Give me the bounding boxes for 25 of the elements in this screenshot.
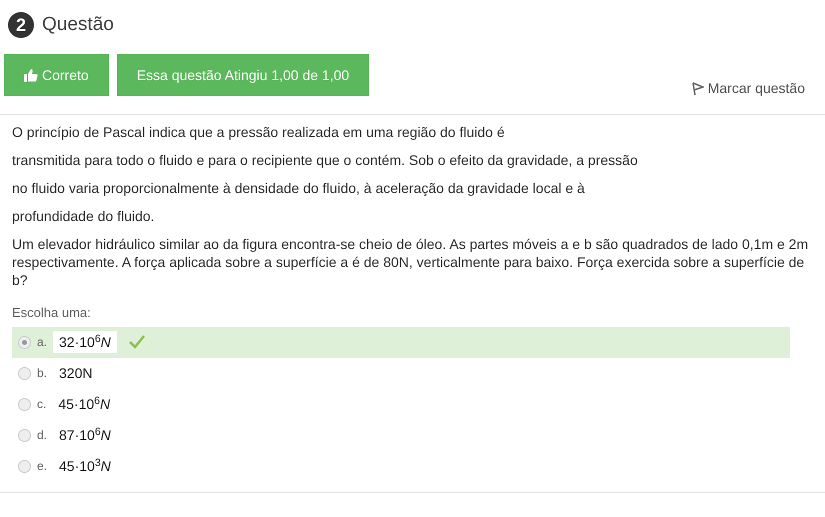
option-letter: b.: [37, 365, 48, 382]
radio-button[interactable]: [18, 366, 31, 380]
radio-button[interactable]: [18, 428, 31, 442]
option-text: 32·10$^{6}$N: [53, 331, 117, 353]
option-letter: d.: [37, 427, 48, 444]
radio-button[interactable]: [18, 336, 31, 348]
radio-button[interactable]: [18, 398, 31, 410]
grade-button[interactable]: Essa questão Atingiu 1,00 de 1,00: [116, 54, 370, 96]
correct-status-button[interactable]: Correto: [4, 54, 109, 96]
option-letter: e.: [37, 458, 48, 475]
question-text: profundidade do fluido.: [12, 207, 156, 225]
question-title: Questão: [42, 12, 114, 37]
thumbs-up-icon: [24, 68, 38, 82]
radio-button[interactable]: [18, 460, 31, 472]
flag-question-link[interactable]: Marcar questão: [690, 70, 805, 99]
option-letter: c.: [37, 396, 46, 413]
question-text: O princípio de Pascal indica que a pressão realizada em uma região do fluido é: [12, 123, 506, 141]
question-text: Um elevador hidráulico similar ao da figura encontra-se cheio de óleo. As partes móveis a e b são quadrados de lado 0,1m e 2m respectivamente. A força aplicada sobre a superfície a é de 80N, verticalmente para baixo. Força exercida sobre a superfície de b?: [12, 235, 810, 289]
question-text: no fluido varia proporcionalmente à densidade do fluido, à aceleração da gravidade local e à: [12, 179, 586, 197]
choose-one-label: Escolha uma:: [12, 304, 92, 322]
option-letter: a.: [37, 334, 48, 351]
check-icon: [128, 335, 145, 349]
question-number-badge: 2: [8, 12, 34, 38]
question-text: transmitida para todo o fluido e para o recipiente que o contém. Sob o efeito da gravidade, a pressão: [12, 151, 639, 169]
flag-icon: [690, 82, 704, 96]
